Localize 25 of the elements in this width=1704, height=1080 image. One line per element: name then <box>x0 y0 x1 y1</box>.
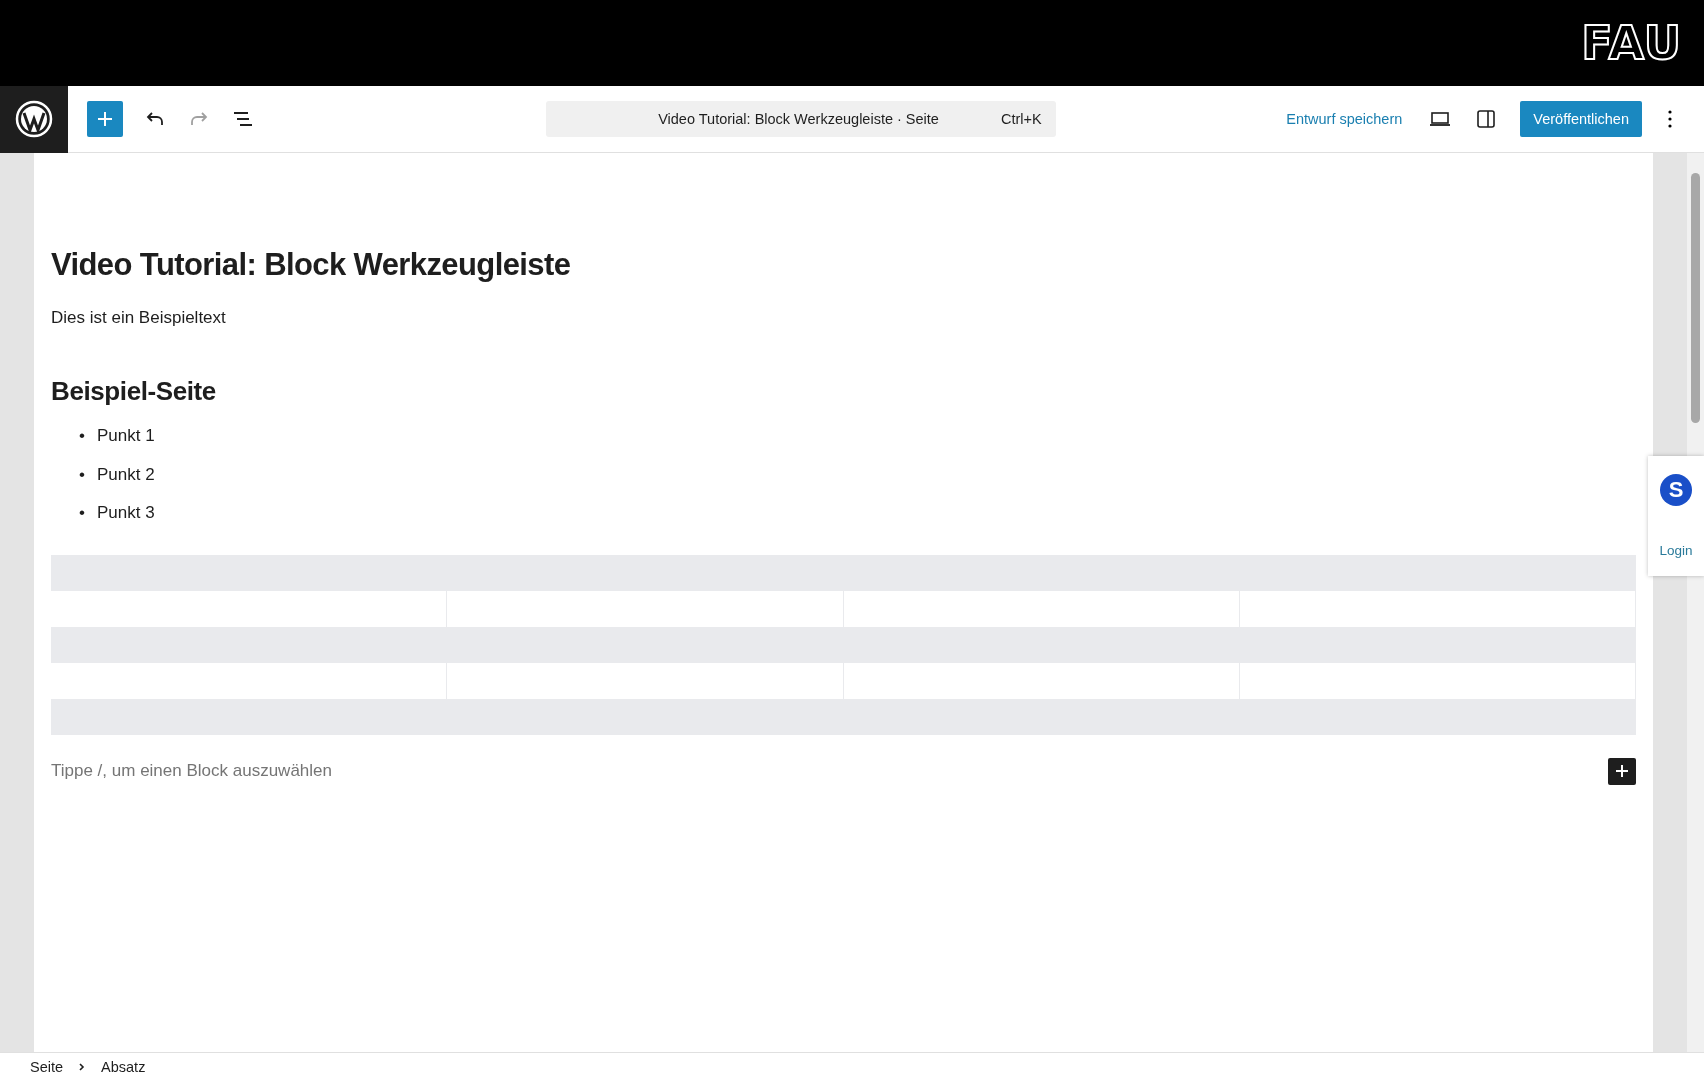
command-bar[interactable]: Video Tutorial: Block Werkzeugleiste · Seite Ctrl+K <box>545 101 1056 137</box>
save-draft-link[interactable]: Entwurf speichern <box>1286 111 1403 127</box>
add-block-button[interactable] <box>1608 757 1636 785</box>
breadcrumb-link[interactable]: Absatz <box>101 1058 146 1075</box>
login-link[interactable]: Login <box>1659 542 1693 558</box>
wordpress-logo-button[interactable] <box>0 85 68 153</box>
wordpress-icon <box>15 100 53 138</box>
keyboard-shortcut: Ctrl+K <box>1000 111 1042 127</box>
heading: Beispiel-Seite <box>51 376 217 408</box>
empty-block-field[interactable]: Tippe /, um einen Block auszuwählen <box>51 759 332 784</box>
bullet: • <box>79 502 86 525</box>
badge[interactable]: S <box>1660 474 1692 507</box>
paragraph: Dies ist ein Beispieltext <box>51 308 227 329</box>
document-title: Video Tutorial: Block Werkzeugleiste · Seite <box>658 111 939 127</box>
plus-icon <box>96 110 114 128</box>
bullet: • <box>79 463 86 486</box>
list-item: Punkt 3 <box>97 502 155 525</box>
bullet: • <box>79 425 86 448</box>
plus-icon <box>1614 763 1630 780</box>
list-item: Punkt 1 <box>97 425 155 448</box>
logo: FAU <box>1581 16 1682 70</box>
publish-button[interactable]: Veröffentlichen <box>1520 101 1642 137</box>
page-title: Video Tutorial: Block Werkzeugleiste <box>51 246 572 284</box>
list-item: Punkt 2 <box>97 463 155 486</box>
breadcrumb-link[interactable]: Seite <box>30 1058 64 1075</box>
